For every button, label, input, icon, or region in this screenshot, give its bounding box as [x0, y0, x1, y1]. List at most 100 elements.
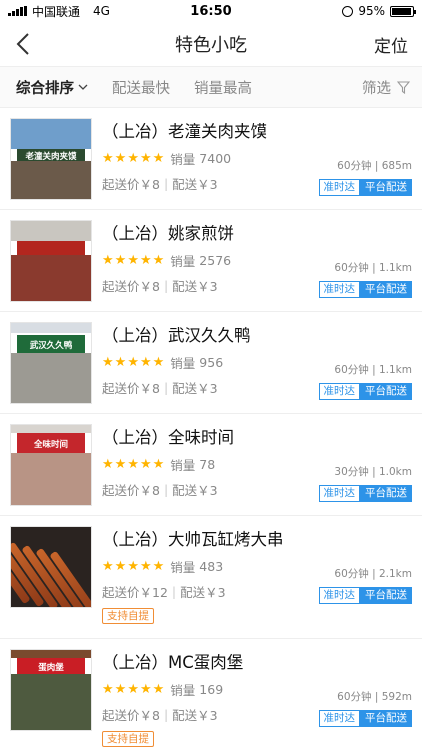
- delivery-fee: 配送￥3: [172, 278, 218, 294]
- platform-delivery-badge: 平台配送: [360, 281, 412, 298]
- min-price: 起送价￥8: [102, 482, 160, 498]
- shop-list: 老潼关肉夹馍 （上冶）老潼关肉夹馍 ★ ★ ★ ★ ★ 销量 7400 60分钟 | 6…: [0, 108, 422, 750]
- filter-bar: 综合排序 配送最快 销量最高 筛选: [0, 66, 422, 108]
- status-right: 95%: [342, 4, 416, 18]
- shop-name: （上冶）老潼关肉夹馍: [102, 122, 267, 141]
- sales-count: 78: [199, 456, 216, 472]
- shop-thumbnail: 蛋肉堡: [10, 649, 92, 731]
- sales-label: 销量: [170, 559, 196, 575]
- star-icon: ★: [102, 354, 114, 370]
- shop-info: （上冶）姚家煎饼 ★ ★ ★ ★ ★ 销量 2576 60分钟 | 1.1km 起送价￥…: [102, 220, 412, 311]
- platform-delivery-badge: 平台配送: [360, 179, 412, 196]
- rating-stars: ★ ★ ★ ★ ★: [102, 683, 164, 696]
- shop-info: （上冶）MC蛋肉堡 ★ ★ ★ ★ ★ 销量 169 60分钟 | 592m 起送价￥8…: [102, 649, 412, 750]
- rating-stars: ★ ★ ★ ★ ★: [102, 560, 164, 573]
- star-icon: ★: [114, 681, 127, 697]
- thumbnail-background: [11, 425, 91, 433]
- shop-thumbnail: 全味时间: [10, 424, 92, 506]
- funnel-icon: [397, 80, 410, 94]
- star-icon: ★: [152, 150, 165, 166]
- shop-name: （上冶）全味时间: [102, 428, 234, 447]
- storefront-sign: 武汉久久鸭: [17, 335, 85, 355]
- min-price: 起送价￥12: [102, 584, 168, 600]
- star-icon: ★: [114, 456, 127, 472]
- divider: |: [171, 583, 177, 599]
- star-icon: ★: [139, 681, 152, 697]
- shop-thumbnail: [10, 220, 92, 302]
- divider: |: [163, 706, 169, 722]
- star-icon: ★: [114, 252, 127, 268]
- storefront-image: [11, 674, 91, 730]
- shop-tags: 准时达 平台配送: [318, 587, 412, 604]
- sales-label: 销量: [170, 151, 196, 167]
- sales-label: 销量: [170, 682, 196, 698]
- sales-count: 2576: [199, 252, 232, 268]
- min-price: 起送价￥8: [102, 380, 160, 396]
- star-icon: ★: [114, 150, 127, 166]
- shop-tags: 准时达 平台配送: [318, 179, 412, 196]
- filter-button[interactable]: 筛选: [362, 77, 410, 98]
- star-icon: ★: [127, 558, 139, 574]
- star-icon: ★: [152, 354, 165, 370]
- filter-fastest-delivery[interactable]: 配送最快: [112, 77, 170, 98]
- platform-delivery-badge: 平台配送: [360, 485, 412, 502]
- locate-button[interactable]: 定位: [374, 32, 408, 57]
- platform-delivery-badge: 平台配送: [360, 710, 412, 727]
- status-left: 中国联通 4G: [8, 3, 110, 20]
- star-icon: ★: [152, 681, 165, 697]
- filter-label: 配送最快: [112, 80, 170, 97]
- storefront-image: [11, 353, 91, 403]
- filter-top-sales[interactable]: 销量最高: [194, 77, 252, 98]
- sales-count: 169: [199, 681, 224, 697]
- shop-list-item[interactable]: 老潼关肉夹馍 （上冶）老潼关肉夹馍 ★ ★ ★ ★ ★ 销量 7400 60分钟 | 6…: [0, 108, 422, 210]
- shop-list-item[interactable]: 全味时间 （上冶）全味时间 ★ ★ ★ ★ ★ 销量 78 30分钟 | 1.0km 起…: [0, 414, 422, 516]
- back-button[interactable]: [16, 29, 46, 59]
- star-icon: ★: [139, 252, 152, 268]
- shop-info: （上冶）老潼关肉夹馍 ★ ★ ★ ★ ★ 销量 7400 60分钟 | 685m 起送价…: [102, 118, 412, 209]
- shop-name: （上冶）MC蛋肉堡: [102, 653, 244, 672]
- shop-list-item[interactable]: （上冶）大帅瓦缸烤大串 ★ ★ ★ ★ ★ 销量 483 60分钟 | 2.1km 起送…: [0, 516, 422, 639]
- rating-stars: ★ ★ ★ ★ ★: [102, 356, 164, 369]
- sales-count: 483: [199, 558, 224, 574]
- shop-list-item[interactable]: （上冶）姚家煎饼 ★ ★ ★ ★ ★ 销量 2576 60分钟 | 1.1km 起送价￥…: [0, 210, 422, 312]
- rating-stars: ★ ★ ★ ★ ★: [102, 152, 164, 165]
- shop-thumbnail: [10, 526, 92, 608]
- shop-name: （上冶）大帅瓦缸烤大串: [102, 530, 284, 549]
- delivery-eta: 60分钟 | 1.1km: [334, 262, 412, 274]
- shop-list-item[interactable]: 蛋肉堡 （上冶）MC蛋肉堡 ★ ★ ★ ★ ★ 销量 169 60分钟 | 592m 起…: [0, 639, 422, 750]
- shop-name: （上冶）武汉久久鸭: [102, 326, 251, 345]
- star-icon: ★: [127, 252, 139, 268]
- star-icon: ★: [152, 558, 165, 574]
- delivery-eta: 60分钟 | 2.1km: [334, 568, 412, 580]
- battery-percent: 95%: [358, 4, 385, 18]
- ontime-badge: 准时达: [318, 710, 360, 727]
- star-icon: ★: [139, 354, 152, 370]
- filter-sort-default[interactable]: 综合排序: [16, 77, 88, 98]
- network-label: 4G: [93, 4, 110, 18]
- thumbnail-background: [11, 650, 91, 658]
- shop-tags: 准时达 平台配送: [318, 485, 412, 502]
- storefront-image: [11, 255, 91, 301]
- shop-list-item[interactable]: 武汉久久鸭 （上冶）武汉久久鸭 ★ ★ ★ ★ ★ 销量 956 60分钟 | 1.1k…: [0, 312, 422, 414]
- nav-bar: 特色小吃 定位: [0, 22, 422, 66]
- shop-name: （上冶）姚家煎饼: [102, 224, 234, 243]
- alarm-icon: [342, 5, 354, 17]
- storefront-image: [11, 161, 91, 199]
- delivery-eta: 60分钟 | 1.1km: [334, 364, 412, 376]
- star-icon: ★: [152, 252, 165, 268]
- filter-button-label: 筛选: [362, 80, 391, 97]
- star-icon: ★: [139, 558, 152, 574]
- ontime-badge: 准时达: [318, 383, 360, 400]
- chevron-left-icon: [16, 33, 29, 55]
- carrier-label: 中国联通: [32, 4, 81, 19]
- battery-icon: [390, 5, 416, 17]
- ontime-badge: 准时达: [318, 485, 360, 502]
- divider: |: [163, 481, 169, 497]
- shop-tags: 准时达 平台配送: [318, 281, 412, 298]
- chevron-down-icon: [78, 84, 88, 90]
- delivery-eta: 60分钟 | 592m: [337, 691, 412, 703]
- page-title: 特色小吃: [175, 35, 247, 56]
- star-icon: ★: [127, 456, 139, 472]
- shop-tags: 准时达 平台配送: [318, 710, 412, 727]
- ontime-badge: 准时达: [318, 281, 360, 298]
